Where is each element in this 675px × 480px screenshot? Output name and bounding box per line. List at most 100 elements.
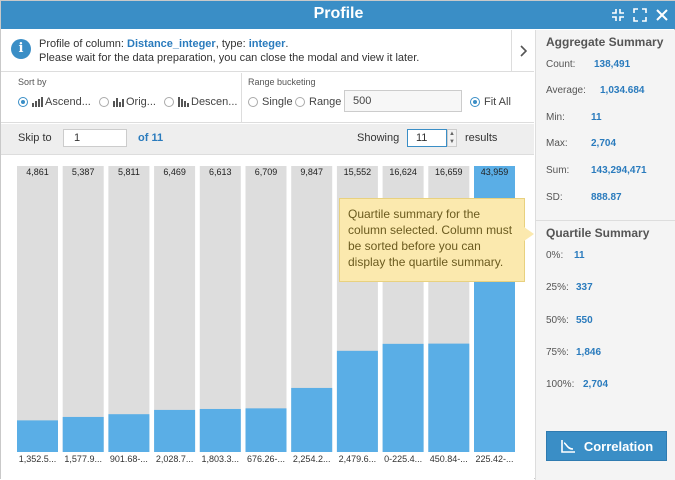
range-size-input[interactable] bbox=[344, 90, 462, 112]
expand-icon[interactable] bbox=[632, 6, 648, 24]
quartile-label: 0%: bbox=[546, 250, 564, 261]
range-fit-all-label: Fit All bbox=[484, 96, 511, 108]
summary-panel: Aggregate Summary Count: 138,491 Average:… bbox=[535, 30, 675, 480]
agg-label: Count: bbox=[546, 59, 576, 70]
skip-to-input[interactable] bbox=[63, 129, 127, 147]
bar-value-label: 9,847 bbox=[300, 167, 323, 177]
agg-max-row: Max: 2,704 bbox=[546, 138, 616, 149]
bar-category-label: 225.42-... bbox=[475, 454, 513, 464]
range-range-radio[interactable]: Range bbox=[295, 96, 341, 108]
sort-descending-radio[interactable]: Descen... bbox=[164, 96, 237, 108]
range-bucketing-label: Range bucketing bbox=[248, 77, 316, 87]
radio-dot bbox=[99, 97, 109, 107]
page-count: of 11 bbox=[138, 132, 164, 144]
quartile-75-value: 1,846 bbox=[576, 347, 602, 358]
chevron-right-icon bbox=[520, 45, 527, 57]
quartile-label: 100%: bbox=[546, 379, 575, 390]
descending-bars-icon bbox=[178, 97, 189, 107]
agg-count-value: 138,491 bbox=[594, 59, 631, 70]
histogram-bar[interactable] bbox=[108, 414, 150, 452]
histogram-bar[interactable] bbox=[62, 416, 104, 452]
histogram-bar[interactable] bbox=[382, 343, 424, 452]
summary-divider bbox=[536, 220, 675, 221]
showing-count-input[interactable] bbox=[407, 129, 447, 147]
correlation-button[interactable]: Correlation bbox=[546, 431, 667, 461]
agg-label: Average: bbox=[546, 85, 586, 96]
quartile-summary-title: Quartile Summary bbox=[546, 226, 650, 240]
histogram-bar[interactable] bbox=[428, 343, 470, 452]
info-line-2: Please wait for the data preparation, yo… bbox=[39, 52, 420, 64]
bar-category-label: 1,803.3... bbox=[202, 454, 240, 464]
bar-value-label: 6,613 bbox=[209, 167, 232, 177]
options-divider bbox=[241, 73, 242, 123]
info-bar: i Profile of column: Distance_integer, t… bbox=[1, 30, 534, 72]
column-name: Distance_integer bbox=[127, 38, 216, 50]
aggregate-summary-title: Aggregate Summary bbox=[546, 35, 664, 49]
agg-average-value: 1,034.684 bbox=[600, 85, 645, 96]
agg-sum-value: 143,294,471 bbox=[591, 165, 647, 176]
agg-count-row: Count: 138,491 bbox=[546, 59, 630, 70]
agg-label: SD: bbox=[546, 192, 563, 203]
histogram-bar[interactable] bbox=[245, 408, 287, 452]
bar-value-label: 4,861 bbox=[26, 167, 49, 177]
bar-track bbox=[62, 166, 104, 452]
bar-track bbox=[17, 166, 58, 452]
range-single-radio[interactable]: Single bbox=[248, 96, 293, 108]
correlation-icon bbox=[561, 440, 575, 453]
range-single-label: Single bbox=[262, 96, 293, 108]
agg-sd-value: 888.87 bbox=[591, 192, 622, 203]
sort-descending-label: Descen... bbox=[191, 96, 238, 108]
histogram-bar[interactable] bbox=[199, 408, 241, 452]
quartile-100-value: 2,704 bbox=[583, 379, 609, 390]
pagination-bar: Skip to of 11 Showing ▲▼ results bbox=[1, 124, 534, 155]
showing-label: Showing bbox=[357, 132, 400, 144]
showing-stepper[interactable]: ▲ ▼ bbox=[447, 129, 457, 147]
agg-sum-row: Sum: 143,294,471 bbox=[546, 165, 647, 176]
bar-category-label: 1,352.5... bbox=[19, 454, 57, 464]
bar-category-label: 901.68-... bbox=[110, 454, 148, 464]
bar-category-label: 1,577.9... bbox=[64, 454, 102, 464]
bar-value-label: 16,659 bbox=[435, 167, 463, 177]
sort-ascending-radio[interactable]: Ascend... bbox=[18, 96, 91, 108]
agg-label: Min: bbox=[546, 112, 565, 123]
range-fit-all-radio[interactable]: Fit All bbox=[470, 96, 511, 108]
histogram-bar[interactable] bbox=[154, 409, 196, 452]
agg-label: Sum: bbox=[546, 165, 570, 176]
bar-category-label: 0-225.4... bbox=[384, 454, 422, 464]
sort-original-label: Orig... bbox=[126, 96, 156, 108]
histogram-bar[interactable] bbox=[336, 350, 378, 452]
options-bar: Sort by Ascend... Orig... Descen... Rang… bbox=[1, 73, 534, 123]
bar-category-label: 2,479.6... bbox=[339, 454, 377, 464]
bar-value-label: 15,552 bbox=[344, 167, 372, 177]
profile-modal: Profile i Profile of column: Distance_in… bbox=[0, 0, 675, 480]
bar-category-label: 2,028.7... bbox=[156, 454, 194, 464]
bar-value-label: 16,624 bbox=[389, 167, 417, 177]
histogram-bar[interactable] bbox=[17, 420, 58, 452]
info-icon: i bbox=[11, 39, 31, 59]
quartile-0-row: 0%: 11 bbox=[546, 250, 585, 261]
agg-label: Max: bbox=[546, 138, 568, 149]
quartile-50-value: 550 bbox=[576, 315, 593, 326]
collapse-icon[interactable] bbox=[610, 6, 626, 24]
close-icon[interactable] bbox=[654, 6, 670, 24]
ascending-bars-icon bbox=[32, 97, 43, 107]
radio-dot bbox=[248, 97, 258, 107]
agg-max-value: 2,704 bbox=[591, 138, 617, 149]
results-label: results bbox=[465, 132, 498, 144]
radio-dot bbox=[164, 97, 174, 107]
sort-label: Sort by bbox=[18, 77, 47, 87]
modal-title: Profile bbox=[313, 5, 364, 22]
title-bar: Profile bbox=[1, 1, 675, 29]
sort-original-radio[interactable]: Orig... bbox=[99, 96, 156, 108]
toggle-panel-button[interactable] bbox=[511, 30, 534, 72]
correlation-label: Correlation bbox=[583, 438, 654, 454]
column-type: integer bbox=[248, 38, 286, 50]
quartile-75-row: 75%: 1,846 bbox=[546, 347, 601, 358]
bar-value-label: 5,387 bbox=[72, 167, 95, 177]
radio-dot bbox=[470, 97, 480, 107]
radio-dot bbox=[18, 97, 28, 107]
agg-average-row: Average: 1,034.684 bbox=[546, 85, 645, 96]
histogram-bar[interactable] bbox=[291, 387, 333, 452]
bar-value-label: 5,811 bbox=[118, 167, 140, 177]
quartile-label: 50%: bbox=[546, 315, 569, 326]
